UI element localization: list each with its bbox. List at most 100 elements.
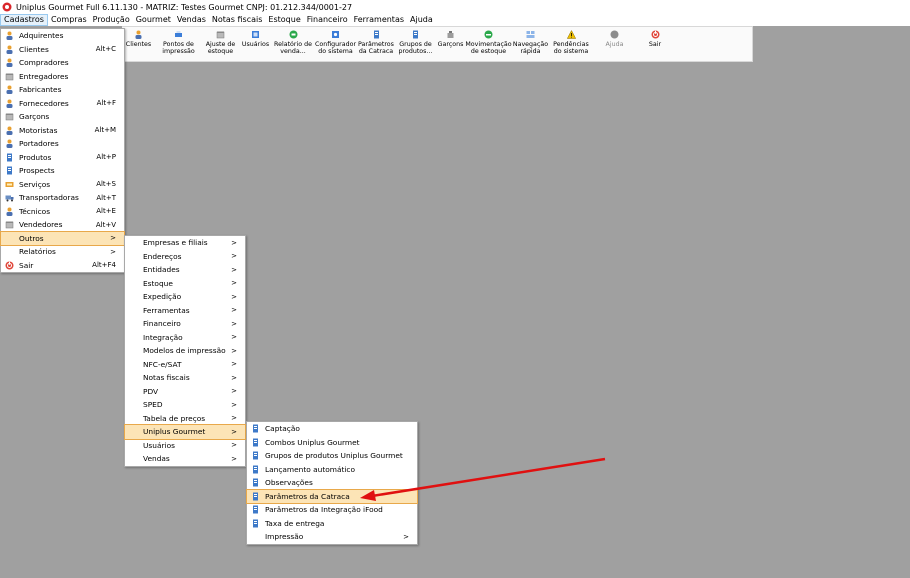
menu-item-estoque[interactable]: Estoque > [125, 277, 245, 291]
menu-item-garcons[interactable]: Garçons [1, 110, 124, 124]
toolbar-ajuda-button[interactable]: Ajuda [593, 27, 636, 48]
menu-item-usuarios[interactable]: Usuários > [125, 439, 245, 453]
chevron-right-icon: > [231, 400, 237, 409]
menu-item-notas-fiscais[interactable]: Notas fiscais > [125, 371, 245, 385]
toolbar-grupos-de-produtos-button[interactable]: Grupos de produtos... [395, 27, 436, 55]
menu-item-vendedores[interactable]: Vendedores Alt+V [1, 218, 124, 232]
menu-item-captacao[interactable]: Captação [247, 422, 417, 436]
menu-item-tecnicos[interactable]: Técnicos Alt+E [1, 205, 124, 219]
menu-item-transportadoras[interactable]: Transportadoras Alt+T [1, 191, 124, 205]
menu-item-ferramentas[interactable]: Ferramentas > [125, 304, 245, 318]
menu-item-tabela-de-precos[interactable]: Tabela de preços > [125, 412, 245, 426]
menu-item-nfc-e-sat[interactable]: NFC-e/SAT > [125, 358, 245, 372]
menu-item-integracao[interactable]: Integração > [125, 331, 245, 345]
menu-notas-fiscais[interactable]: Notas fiscais [209, 14, 266, 26]
toolbar-button-label: Usuários [241, 41, 270, 48]
menu-item-label: Expedição [143, 292, 182, 302]
toolbar-parametros-da-catraca-button[interactable]: Parâmetros da Catraca [357, 27, 395, 55]
menu-item-pdv[interactable]: PDV > [125, 385, 245, 399]
menu-estoque[interactable]: Estoque [265, 14, 303, 26]
menu-item-clientes[interactable]: Clientes Alt+C [1, 43, 124, 57]
menu-vendas[interactable]: Vendas [174, 14, 209, 26]
menu-item-label: Tabela de preços [143, 413, 206, 423]
toolbar-button-label: Parâmetros da Catraca [358, 41, 394, 55]
menu-item-label: Serviços [19, 179, 51, 189]
doc-icon [4, 152, 14, 162]
menu-item-modelos-de-impressao[interactable]: Modelos de impressão > [125, 344, 245, 358]
toolbar-usuarios-button[interactable]: Usuários [239, 27, 272, 48]
menu-ajuda[interactable]: Ajuda [407, 14, 436, 26]
menu-item-portadores[interactable]: Portadores [1, 137, 124, 151]
menu-item-prospects[interactable]: Prospects [1, 164, 124, 178]
menu-item-label: Entregadores [19, 71, 69, 81]
menu-item-icon-slot [128, 251, 138, 261]
menu-ferramentas[interactable]: Ferramentas [351, 14, 407, 26]
menu-item-empresas-e-filiais[interactable]: Empresas e filiais > [125, 236, 245, 250]
menu-compras[interactable]: Compras [48, 14, 90, 26]
menu-item-icon-slot [128, 359, 138, 369]
menu-item-label: SPED [143, 400, 163, 410]
toolbar-sair-button[interactable]: Sair [636, 27, 674, 48]
menu-item-compradores[interactable]: Compradores [1, 56, 124, 70]
menu-item-sped[interactable]: SPED > [125, 398, 245, 412]
chevron-right-icon: > [231, 387, 237, 396]
menu-item-outros[interactable]: Outros > [0, 230, 125, 246]
menu-cadastros[interactable]: Cadastros [0, 14, 48, 26]
person-icon [4, 85, 14, 95]
menu-financeiro[interactable]: Financeiro [304, 14, 351, 26]
menu-item-entidades[interactable]: Entidades > [125, 263, 245, 277]
menu-item-expedicao[interactable]: Expedição > [125, 290, 245, 304]
menu-item-motoristas[interactable]: Motoristas Alt+M [1, 124, 124, 138]
toolbar-navegacao-rapida-button[interactable]: Navegação rápida [512, 27, 549, 55]
toolbar-garcons-button[interactable]: Garçons [436, 27, 465, 48]
menu-item-fabricantes[interactable]: Fabricantes [1, 83, 124, 97]
menu-item-financeiro[interactable]: Financeiro > [125, 317, 245, 331]
menu-item-uniplus-gourmet[interactable]: Uniplus Gourmet > [124, 424, 246, 440]
menu-gourmet[interactable]: Gourmet [133, 14, 174, 26]
menu-bar: Cadastros Compras Produção Gourmet Vendas Not… [0, 14, 910, 26]
menu-item-relatorios[interactable]: Relatórios > [1, 245, 124, 259]
chevron-right-icon: > [231, 292, 237, 301]
menu-item-fornecedores[interactable]: Fornecedores Alt+F [1, 97, 124, 111]
toolbar-ajuste-de-estoque-button[interactable]: Ajuste de estoque [202, 27, 239, 55]
menu-item-label: Vendedores [19, 220, 63, 230]
menu-item-icon-slot [128, 427, 138, 437]
menu-producao[interactable]: Produção [90, 14, 133, 26]
menu-item-impressao[interactable]: Impressão > [247, 530, 417, 544]
chevron-right-icon: > [231, 427, 237, 436]
menu-item-parametros-da-catraca[interactable]: Parâmetros da Catraca [246, 488, 418, 504]
doc-icon [250, 464, 260, 474]
menu-item-shortcut: Alt+F4 [92, 261, 116, 270]
menu-item-servicos[interactable]: Serviços Alt+S [1, 178, 124, 192]
menu-item-observacoes[interactable]: Observações [247, 476, 417, 490]
menu-item-sair[interactable]: Sair Alt+F4 [1, 259, 124, 273]
menu-item-adquirentes[interactable]: Adquirentes [1, 29, 124, 43]
doc-icon [250, 518, 260, 528]
menu-item-parametros-da-integracao-ifood[interactable]: Parâmetros da Integração iFood [247, 503, 417, 517]
menu-item-combos-uniplus-gourmet[interactable]: Combos Uniplus Gourmet [247, 436, 417, 450]
waiter-icon [446, 30, 455, 39]
menu-item-taxa-de-entrega[interactable]: Taxa de entrega [247, 517, 417, 531]
toolbar-clientes-button[interactable]: Clientes [122, 27, 155, 48]
toolbar-pontos-de-impressao-button[interactable]: Pontos de impressão [155, 27, 202, 55]
menu-item-enderecos[interactable]: Endereços > [125, 250, 245, 264]
menu-item-produtos[interactable]: Produtos Alt+P [1, 151, 124, 165]
menu-item-grupos-de-produtos-uniplus-gourmet[interactable]: Grupos de produtos Uniplus Gourmet [247, 449, 417, 463]
menu-item-vendas[interactable]: Vendas > [125, 452, 245, 466]
menu-item-shortcut: Alt+E [96, 207, 116, 216]
toolbar-configurador-do-sistema-button[interactable]: Configurador do sistema [314, 27, 357, 55]
menu-item-entregadores[interactable]: Entregadores [1, 70, 124, 84]
toolbar-relatorio-de-venda-button[interactable]: Relatório de venda... [272, 27, 314, 55]
menu-item-label: Técnicos [19, 206, 51, 216]
menu-item-label: Empresas e filiais [143, 238, 208, 248]
toolbar-pendencias-do-sistema-button[interactable]: Pendências do sistema [549, 27, 593, 55]
menu-item-shortcut: Alt+V [95, 220, 116, 229]
chevron-right-icon: > [231, 252, 237, 261]
menu-item-lancamento-automatico[interactable]: Lançamento automático [247, 463, 417, 477]
menu-item-icon-slot [4, 247, 14, 257]
toolbar-button-label: Movimentação de estoque [465, 41, 512, 55]
menu-item-label: Captação [265, 424, 300, 434]
menu-item-icon-slot [4, 233, 14, 243]
menu-item-label: Notas fiscais [143, 373, 190, 383]
toolbar-movimentacao-de-estoque-button[interactable]: Movimentação de estoque [465, 27, 512, 55]
